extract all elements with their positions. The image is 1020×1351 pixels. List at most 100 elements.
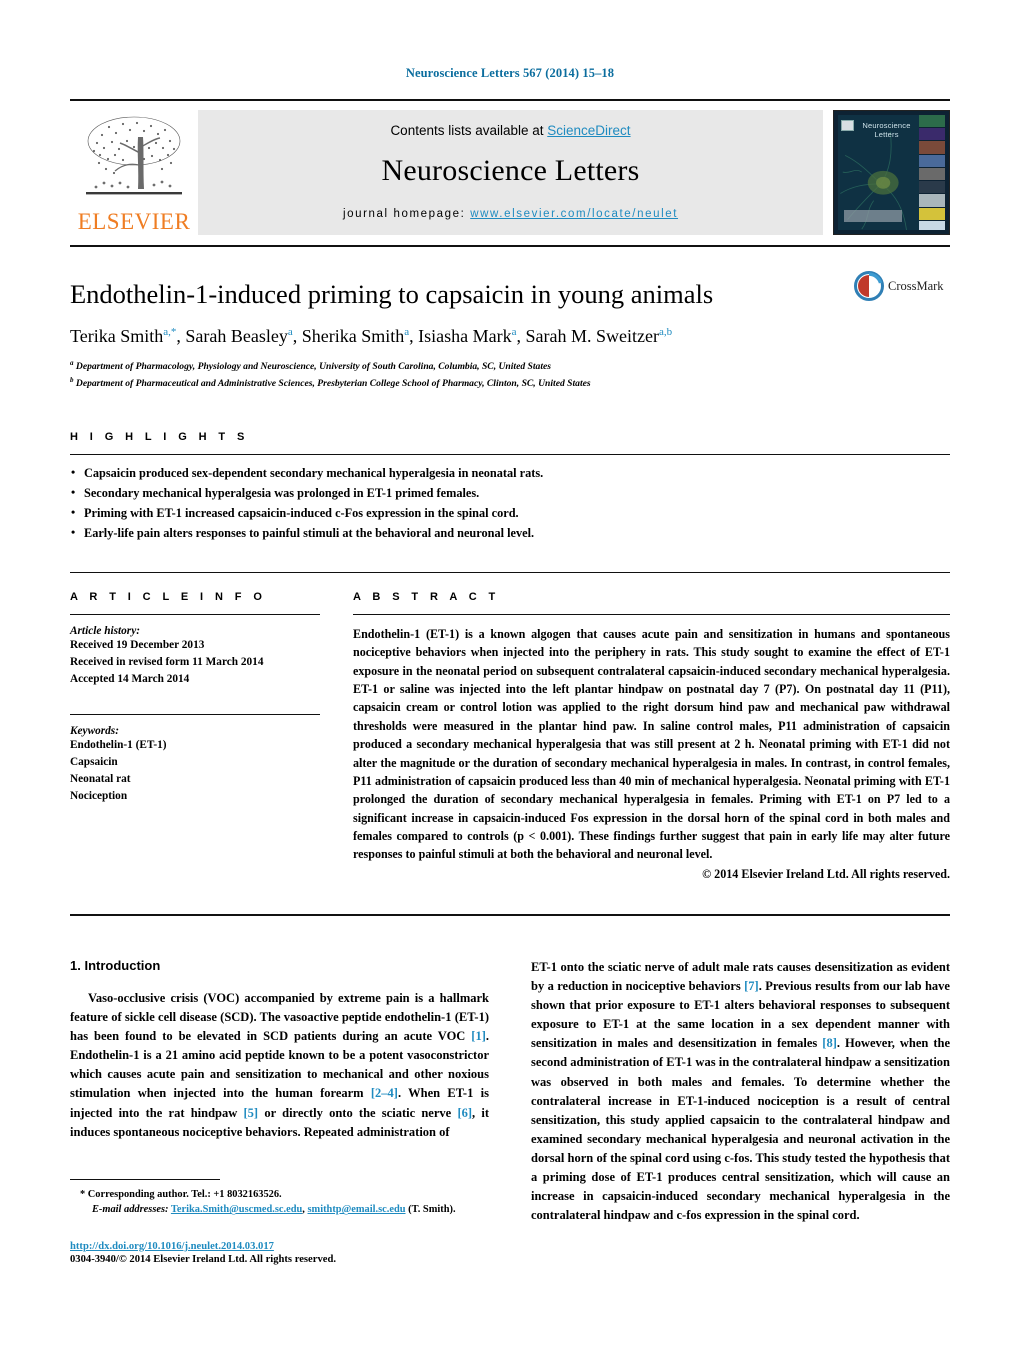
author-name: Isiasha Mark	[418, 325, 512, 346]
author-name: Sherika Smith	[301, 325, 405, 346]
page-title: Endothelin-1-induced priming to capsaici…	[70, 279, 714, 309]
affiliation-text: Department of Pharmacology, Physiology a…	[75, 361, 551, 373]
citation-ref[interactable]: [7]	[744, 979, 759, 993]
corresponding-text: Corresponding author. Tel.: +1 803216352…	[85, 1188, 282, 1200]
author[interactable]: Sarah Beasleya	[185, 326, 292, 346]
corresponding-author-note: * Corresponding author. Tel.: +1 8032163…	[70, 1187, 488, 1203]
article-page: Neuroscience Letters 567 (2014) 15–18 EL…	[0, 0, 1020, 1351]
author-list: Terika Smitha,*, Sarah Beasleya, Sherika…	[70, 325, 673, 346]
cover-chip	[919, 115, 945, 129]
section-heading-introduction: 1. Introduction	[70, 958, 489, 973]
footnote-rule	[70, 1178, 220, 1180]
crossmark-badge[interactable]: CrossMark	[854, 271, 950, 301]
article-info-column: A R T I C L E I N F O Article history: R…	[70, 591, 320, 882]
affiliation: b Department of Pharmaceutical and Admin…	[70, 375, 950, 392]
author[interactable]: Sarah M. Sweitzera,b	[526, 326, 673, 346]
cover-publisher-badge	[841, 120, 854, 131]
cover-chip	[919, 207, 945, 221]
contents-prefix: Contents lists available at	[390, 123, 548, 138]
doi-link[interactable]: http://dx.doi.org/10.1016/j.neulet.2014.…	[70, 1241, 274, 1252]
email-suffix: (T. Smith).	[405, 1204, 456, 1216]
contents-available-line: Contents lists available at ScienceDirec…	[390, 123, 630, 138]
elsevier-tree-icon	[86, 116, 182, 195]
affiliation-list: a Department of Pharmacology, Physiology…	[70, 358, 950, 391]
cover-chip	[919, 194, 945, 208]
keyword[interactable]: Nociception	[70, 788, 320, 805]
section-number: 1.	[70, 957, 81, 973]
cover-chip	[919, 181, 945, 195]
keyword[interactable]: Capsaicin	[70, 754, 320, 771]
running-head: Neuroscience Letters 567 (2014) 15–18	[405, 66, 615, 80]
cover-chip	[919, 141, 945, 155]
intro-text-8: . However, when the second administratio…	[531, 1036, 951, 1223]
cover-footer-bar	[844, 210, 902, 222]
email-separator: ,	[302, 1204, 305, 1216]
list-item: Early-life pain alters responses to pain…	[70, 523, 950, 544]
doi-block: http://dx.doi.org/10.1016/j.neulet.2014.…	[70, 1236, 488, 1265]
keyword[interactable]: Endothelin-1 (ET-1)	[70, 737, 320, 754]
affiliation-marker: b	[70, 375, 74, 384]
elsevier-wordmark: ELSEVIER	[77, 209, 191, 234]
homepage-prefix: journal homepage:	[342, 208, 471, 220]
highlights-section: H I G H L I G H T S Capsaicin produced s…	[70, 431, 950, 544]
title-block: CrossMark Endothelin-1-induced priming t…	[70, 271, 950, 391]
author[interactable]: Terika Smitha,*	[70, 326, 176, 346]
highlights-heading: H I G H L I G H T S	[70, 431, 249, 444]
citation-ref[interactable]: [5]	[244, 1106, 259, 1120]
intro-paragraph-right: ET-1 onto the sciatic nerve of adult mal…	[531, 958, 950, 1226]
crossmark-row: CrossMark	[854, 271, 950, 301]
article-history-item: Received in revised form 11 March 2014	[70, 655, 264, 668]
crossmark-label: CrossMark	[888, 278, 944, 293]
abstract-column: A B S T R A C T Endothelin-1 (ET-1) is a…	[353, 591, 950, 882]
cover-chip	[919, 154, 945, 168]
abstract-rule	[353, 613, 950, 615]
journal-cover-thumbnail[interactable]: Neuroscience Letters	[833, 110, 950, 235]
email-link-1[interactable]: Terika.Smith@uscmed.sc.edu	[171, 1204, 302, 1215]
journal-title: Neuroscience Letters	[381, 154, 640, 187]
intro-text-1: Vaso-occlusive crisis (VOC) accompanied …	[70, 990, 489, 1044]
intro-text-4: or directly onto the sciatic nerve	[258, 1105, 458, 1120]
keywords-rule	[70, 713, 320, 715]
cover-journal-title: Neuroscience Letters	[862, 121, 911, 140]
author-name: Sarah Beasley	[185, 325, 288, 346]
email-link-2[interactable]: smithtp@email.sc.edu	[308, 1204, 406, 1215]
journal-masthead: ELSEVIER Contents lists available at Sci…	[70, 110, 950, 235]
article-info-heading: A R T I C L E I N F O	[70, 590, 267, 603]
author-name: Terika Smith	[70, 325, 164, 346]
abstract-heading: A B S T R A C T	[353, 590, 500, 603]
list-item: Capsaicin produced sex-dependent seconda…	[70, 463, 950, 484]
citation-ref[interactable]: [6]	[457, 1106, 472, 1120]
citation-ref[interactable]: [1]	[471, 1029, 486, 1043]
cover-inner: Neuroscience Letters	[838, 115, 945, 230]
article-history-item: Accepted 14 March 2014	[70, 672, 190, 685]
article-history-label: Article history:	[70, 624, 140, 637]
keywords-block: Keywords: Endothelin-1 (ET-1) Capsaicin …	[70, 713, 320, 805]
list-item: Secondary mechanical hyperalgesia was pr…	[70, 483, 950, 504]
cover-image-strip	[919, 115, 945, 230]
keywords-label: Keywords:	[70, 724, 119, 737]
cover-chip	[919, 167, 945, 182]
journal-banner: Contents lists available at ScienceDirec…	[198, 110, 823, 235]
author-sup: a,b	[658, 325, 673, 338]
citation-ref[interactable]: [2–4]	[371, 1086, 398, 1100]
email-label: E-mail addresses:	[92, 1204, 169, 1216]
masthead-top-rule	[70, 99, 950, 101]
citation-ref[interactable]: [8]	[822, 1036, 837, 1050]
elsevier-logo[interactable]: ELSEVIER	[70, 110, 198, 235]
journal-homepage-line: journal homepage: www.elsevier.com/locat…	[343, 208, 678, 220]
info-abstract-block: A R T I C L E I N F O Article history: R…	[70, 591, 950, 882]
keyword[interactable]: Neonatal rat	[70, 771, 320, 788]
footnote-block: * Corresponding author. Tel.: +1 8032163…	[70, 1178, 488, 1265]
abstract-text: Endothelin-1 (ET-1) is a known algogen t…	[353, 626, 950, 862]
list-item: Priming with ET-1 increased capsaicin-in…	[70, 503, 950, 524]
cover-chip	[919, 128, 945, 142]
sciencedirect-link[interactable]: ScienceDirect	[547, 123, 630, 138]
affiliation-text: Department of Pharmaceutical and Adminis…	[75, 377, 591, 389]
author[interactable]: Sherika Smitha	[302, 326, 409, 346]
copyright-line: © 2014 Elsevier Ireland Ltd. All rights …	[702, 866, 950, 881]
author[interactable]: Isiasha Marka	[418, 326, 516, 346]
article-history-item: Received 19 December 2013	[70, 638, 205, 651]
affiliation: a Department of Pharmacology, Physiology…	[70, 358, 950, 375]
issn-copyright-line: 0304-3940/© 2014 Elsevier Ireland Ltd. A…	[70, 1254, 336, 1265]
journal-homepage-link[interactable]: www.elsevier.com/locate/neulet	[470, 208, 678, 220]
